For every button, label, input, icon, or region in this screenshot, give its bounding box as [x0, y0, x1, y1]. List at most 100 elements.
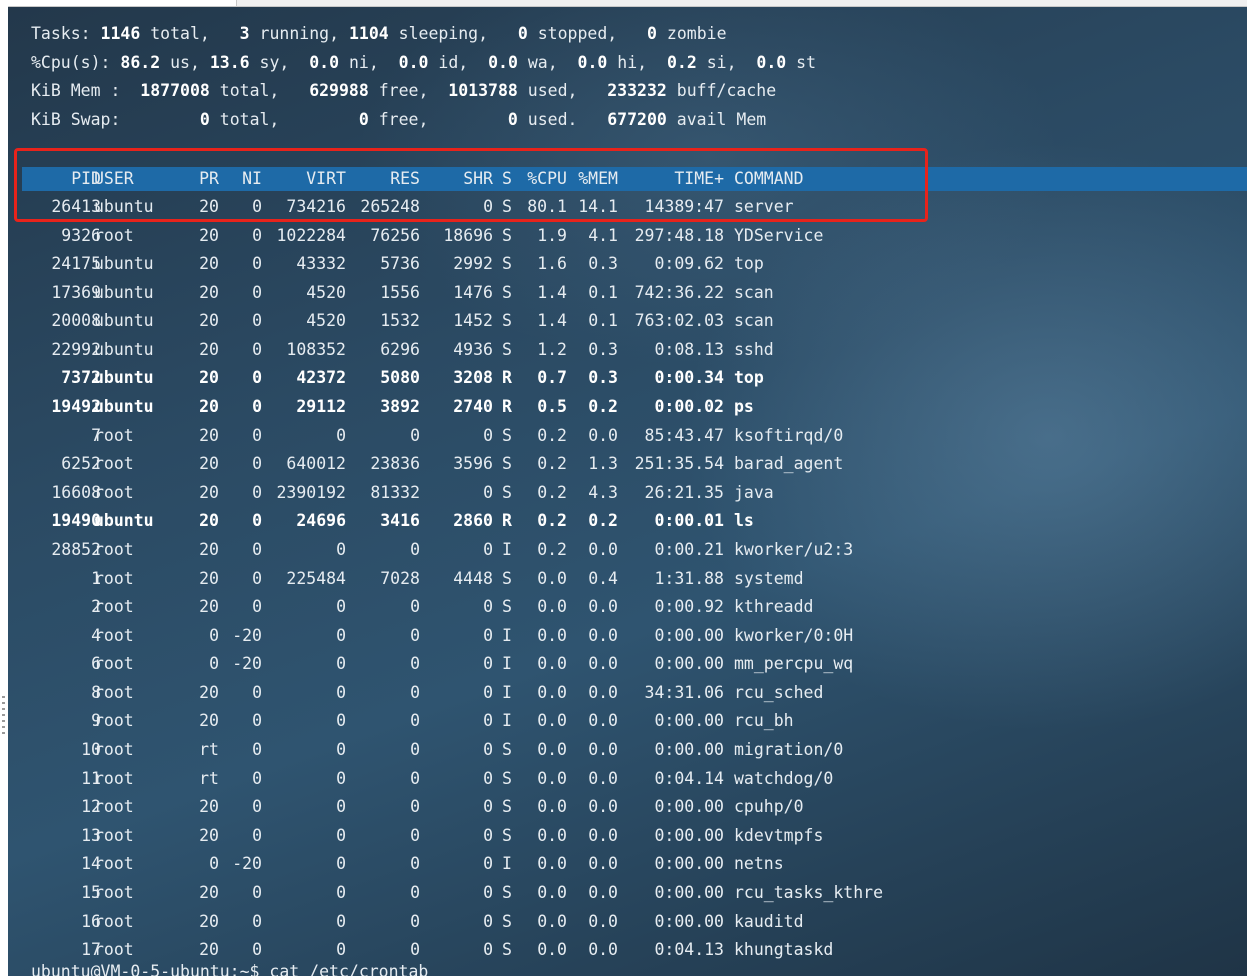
process-command-cell: top — [734, 254, 764, 274]
col-time[interactable]: TIME+ — [622, 168, 724, 190]
resize-grip-icon[interactable] — [2, 696, 5, 736]
process-command-cell: rcu_sched — [734, 682, 824, 702]
col-cpu[interactable]: %CPU — [522, 168, 567, 190]
tasks-label: Tasks: — [31, 24, 91, 43]
process-command-cell: sshd — [734, 339, 774, 359]
process-virt-cell: 0 — [336, 597, 346, 617]
process-mem-cell: 0.0 — [588, 682, 618, 702]
process-mem-cell: 0.1 — [588, 311, 618, 331]
process-virt-cell: 0 — [336, 768, 346, 788]
col-command[interactable]: COMMAND — [734, 168, 1034, 190]
process-cpu-cell: 0.0 — [537, 597, 567, 617]
mem-buff: 233232 — [607, 81, 667, 100]
process-cpu-cell: 1.9 — [537, 225, 567, 245]
process-command-cell: server — [734, 197, 794, 216]
process-res-cell: 3892 — [380, 397, 420, 417]
process-row[interactable]: 7 root 20 0 0 0 0 S 0.2 0.0 85:43.47 ksoftirqd/0 — [8, 425, 1247, 447]
process-virt-cell: 4520 — [306, 282, 346, 302]
process-row[interactable]: 17369 ubuntu 20 0 4520 1556 1476 S 1.4 0.1 742:36.… — [8, 282, 1247, 304]
process-time-cell: 0:00.21 — [654, 539, 724, 559]
process-cpu-cell: 0.0 — [537, 682, 567, 702]
process-row[interactable]: 24175 ubuntu 20 0 43332 5736 2992 S 1.6 0.3 0:09.6… — [8, 253, 1247, 275]
col-s[interactable]: S — [502, 168, 514, 190]
col-pr[interactable]: PR — [183, 168, 219, 190]
tasks-running-label: running, — [259, 24, 340, 43]
process-s-cell: I — [502, 711, 512, 731]
terminal-window[interactable]: Tasks: 1146 total, 3 running, 1104 sleep… — [8, 7, 1247, 976]
col-pid[interactable]: PID — [22, 168, 101, 190]
col-shr[interactable]: SHR — [428, 168, 493, 190]
process-row[interactable]: 17 root 20 0 0 0 0 S 0.0 0.0 0:04.13 khungtaskd — [8, 939, 1247, 961]
swap-label: KiB Swap: — [31, 110, 121, 129]
mem-total: 1877008 — [140, 81, 210, 100]
process-row[interactable]: 8 root 20 0 0 0 0 I 0.0 0.0 34:31.06 rcu_sched — [8, 682, 1247, 704]
col-ni[interactable]: NI — [226, 168, 262, 190]
process-ni-cell: 0 — [252, 225, 262, 245]
process-s-cell: S — [502, 339, 512, 359]
process-virt-cell: 640012 — [286, 454, 346, 474]
col-virt[interactable]: VIRT — [272, 168, 346, 190]
process-virt-cell: 0 — [336, 682, 346, 702]
process-row[interactable]: 13 root 20 0 0 0 0 S 0.0 0.0 0:00.00 kdevtmpfs — [8, 825, 1247, 847]
process-virt-cell: 0 — [336, 740, 346, 760]
process-row[interactable]: 19492 ubuntu 20 0 29112 3892 2740 R 0.5 0.2 0:00.0… — [8, 396, 1247, 418]
process-shr-cell: 18696 — [443, 225, 493, 245]
process-pid-cell: 7 — [91, 425, 101, 445]
process-ni-cell: 0 — [252, 397, 262, 417]
process-command-cell: khungtaskd — [734, 940, 834, 960]
process-ni-cell: 0 — [252, 711, 262, 731]
process-row[interactable]: 15 root 20 0 0 0 0 S 0.0 0.0 0:00.00 rcu_tasks_kthr… — [8, 882, 1247, 904]
process-time-cell: 742:36.22 — [634, 282, 724, 302]
process-pid-cell: 17369 — [51, 282, 101, 302]
process-pid-cell: 19490 — [51, 511, 101, 531]
process-row[interactable]: 22992 ubuntu 20 0 108352 6296 4936 S 1.2 0.3 0:08.… — [8, 339, 1247, 361]
col-user[interactable]: USER — [94, 168, 174, 190]
col-res[interactable]: RES — [348, 168, 420, 190]
process-pr-cell: 20 — [199, 368, 219, 388]
process-row[interactable]: 9 root 20 0 0 0 0 I 0.0 0.0 0:00.00 rcu_bh — [8, 710, 1247, 732]
shell-prompt[interactable]: ubuntu@VM-0-5-ubuntu:~$ cat /etc/crontab — [31, 961, 428, 976]
process-command-cell: rcu_bh — [734, 711, 794, 731]
col-mem[interactable]: %MEM — [574, 168, 618, 190]
process-row[interactable]: 19490 ubuntu 20 0 24696 3416 2860 R 0.2 0.2 0:00.0… — [8, 510, 1247, 532]
process-mem-cell: 0.2 — [588, 511, 618, 531]
process-row[interactable]: 16608 root 20 0 2390192 81332 0 S 0.2 4.3 26:21.35… — [8, 482, 1247, 504]
process-user-cell: root — [94, 797, 134, 817]
process-virt-cell: 42372 — [296, 368, 346, 388]
process-ni-cell: 0 — [252, 282, 262, 302]
process-pr-cell: 20 — [199, 882, 219, 902]
process-time-cell: 0:00.01 — [654, 511, 724, 531]
process-row[interactable]: 11 root rt 0 0 0 0 S 0.0 0.0 0:04.14 watchdog/0 — [8, 768, 1247, 790]
process-row[interactable]: 7372 ubuntu 20 0 42372 5080 3208 R 0.7 0.3 0:00.34… — [8, 367, 1247, 389]
process-row[interactable]: 6252 root 20 0 640012 23836 3596 S 0.2 1.3 251:35.… — [8, 453, 1247, 475]
window-tab[interactable] — [0, 0, 237, 6]
swap-free: 0 — [358, 110, 369, 129]
cpu-si-label: si, — [706, 53, 737, 72]
process-row[interactable]: 6 root 0 -20 0 0 0 I 0.0 0.0 0:00.00 mm_percpu_wq — [8, 653, 1247, 675]
process-command-cell: scan — [734, 282, 774, 302]
process-res-cell: 0 — [410, 539, 420, 559]
tasks-total: 1146 — [100, 24, 141, 43]
process-row[interactable]: 4 root 0 -20 0 0 0 I 0.0 0.0 0:00.00 kworker/0:0H — [8, 625, 1247, 647]
process-mem-cell: 0.0 — [588, 740, 618, 760]
process-pid-cell: 9 — [91, 711, 101, 731]
process-shr-cell: 0 — [483, 654, 493, 674]
process-row[interactable]: 10 root rt 0 0 0 0 S 0.0 0.0 0:00.00 migration/0 — [8, 739, 1247, 761]
process-shr-cell: 0 — [483, 911, 493, 931]
process-user-cell: root — [94, 654, 134, 674]
process-row[interactable]: 1 root 20 0 225484 7028 4448 S 0.0 0.4 1:31.88 syst… — [8, 568, 1247, 590]
process-mem-cell: 0.0 — [588, 625, 618, 645]
process-row[interactable]: 26413 ubuntu 20 0 734216 265248 0 S 80.1 14.1 1438… — [8, 196, 1247, 218]
process-row[interactable]: 9326 root 20 0 1022284 76256 18696 S 1.9 4.1 297:4… — [8, 225, 1247, 247]
process-row[interactable]: 14 root 0 -20 0 0 0 I 0.0 0.0 0:00.00 netns — [8, 853, 1247, 875]
process-pid-cell: 2 — [91, 597, 101, 617]
process-s-cell: S — [502, 825, 512, 845]
process-row[interactable]: 16 root 20 0 0 0 0 S 0.0 0.0 0:00.00 kauditd — [8, 911, 1247, 933]
process-row[interactable]: 2 root 20 0 0 0 0 S 0.0 0.0 0:00.92 kthreadd — [8, 596, 1247, 618]
process-row[interactable]: 12 root 20 0 0 0 0 S 0.0 0.0 0:00.00 cpuhp/0 — [8, 796, 1247, 818]
process-row[interactable]: 28852 root 20 0 0 0 0 I 0.2 0.0 0:00.21 kworker/u2:… — [8, 539, 1247, 561]
process-pr-cell: 20 — [199, 254, 219, 274]
process-virt-cell: 29112 — [296, 397, 346, 417]
process-user-cell: ubuntu — [94, 368, 154, 388]
process-row[interactable]: 20008 ubuntu 20 0 4520 1532 1452 S 1.4 0.1 763:02.… — [8, 310, 1247, 332]
